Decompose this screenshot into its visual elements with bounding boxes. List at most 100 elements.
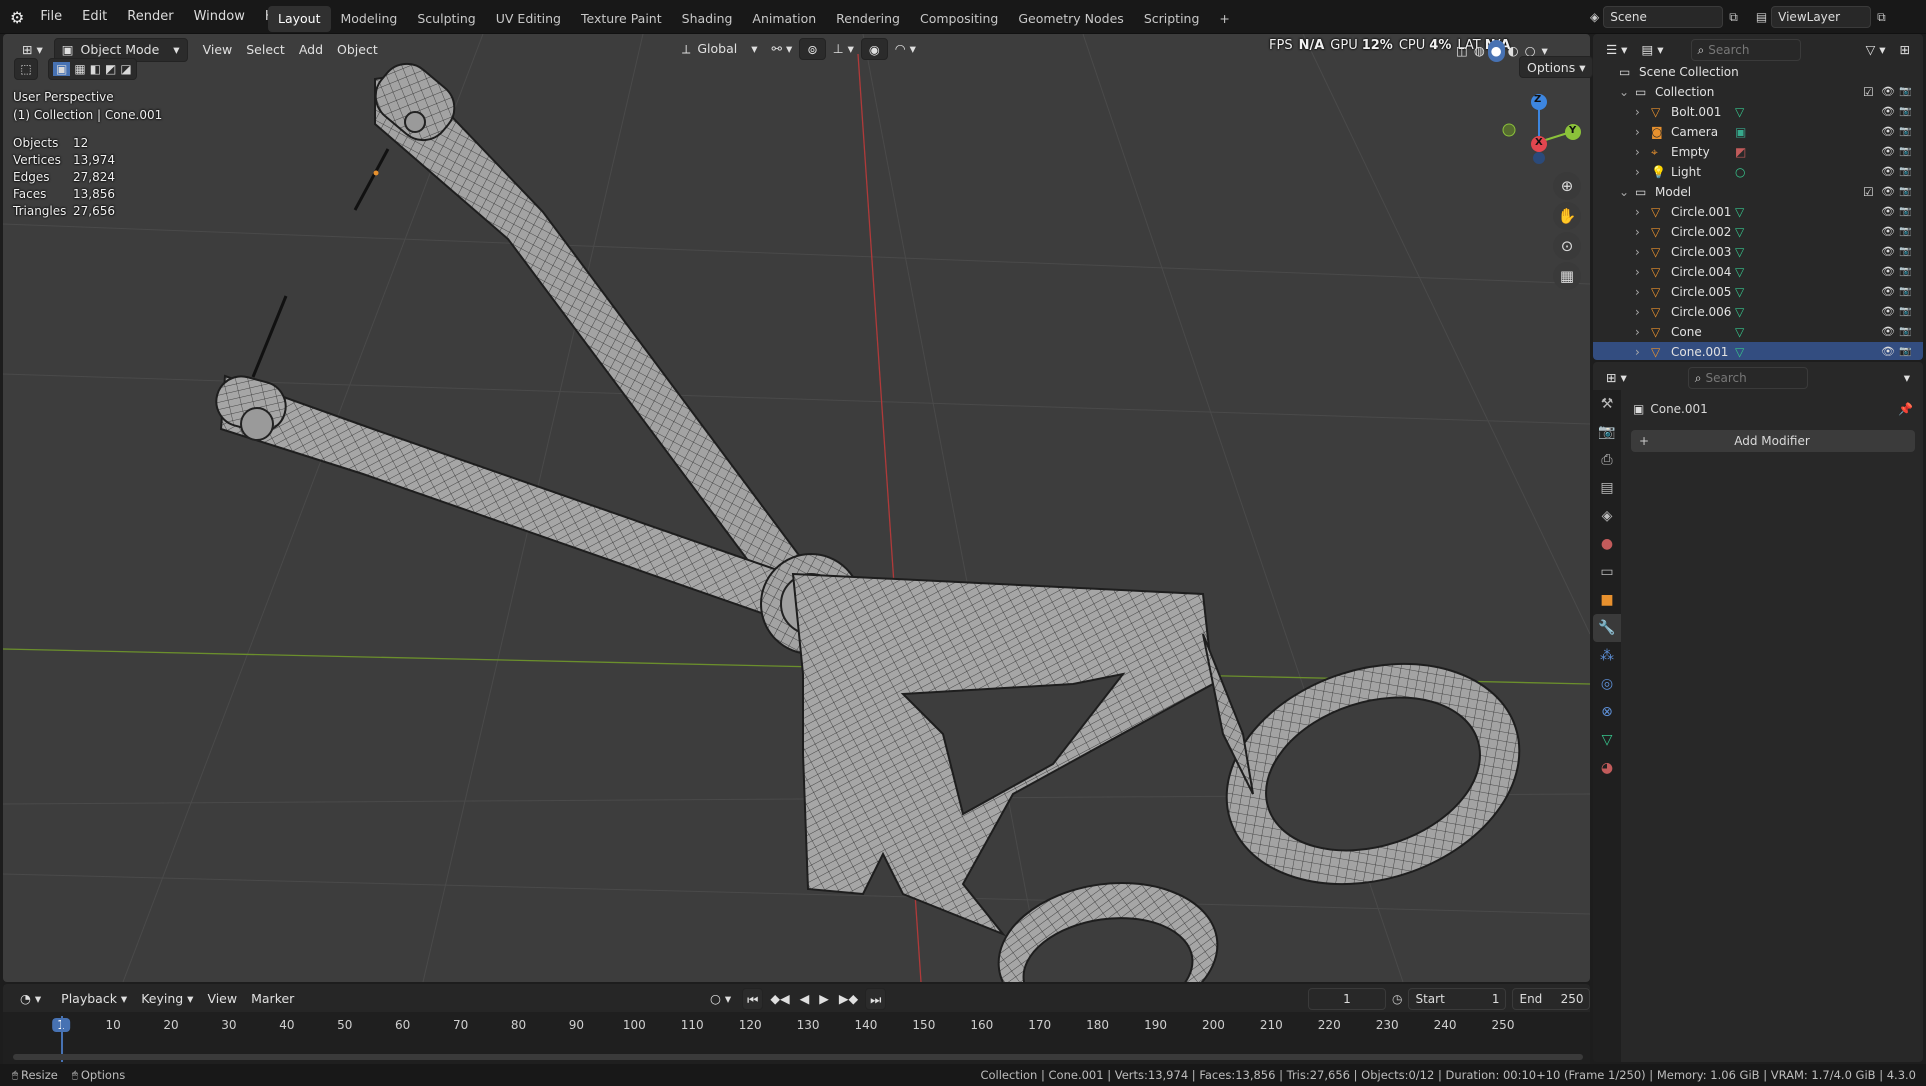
visibility-eye-icon[interactable]: 👁	[1881, 282, 1895, 302]
properties-search-input[interactable]: ⌕ Search	[1687, 367, 1808, 389]
mesh-data-icon[interactable]: ▽	[1735, 222, 1744, 242]
pivot-point-icon[interactable]: ⚯ ▾	[765, 38, 800, 60]
tab-shading[interactable]: Shading	[672, 6, 743, 32]
visibility-eye-icon[interactable]: 👁	[1881, 302, 1895, 322]
add-workspace-button[interactable]: +	[1209, 6, 1239, 32]
outliner-item-circle-006[interactable]: › ▽ Circle.006 ▽ 👁 📷	[1593, 302, 1923, 322]
preview-range-icon[interactable]: ◷	[1392, 992, 1402, 1006]
select-tool-icon[interactable]: ⬚	[14, 58, 38, 80]
perspective-toggle-icon[interactable]: ▦	[1553, 262, 1581, 290]
render-camera-icon[interactable]: 📷	[1899, 342, 1911, 360]
viewport-scene[interactable]	[3, 34, 1590, 982]
mesh-data-icon[interactable]: ▽	[1735, 322, 1744, 342]
outliner-item-circle-003[interactable]: › ▽ Circle.003 ▽ 👁 📷	[1593, 242, 1923, 262]
tab-texture-paint[interactable]: Texture Paint	[571, 6, 672, 32]
visibility-eye-icon[interactable]: 👁	[1881, 322, 1895, 342]
tab-geometry-nodes[interactable]: Geometry Nodes	[1008, 6, 1133, 32]
exclude-checkbox[interactable]: ☑	[1863, 82, 1874, 102]
render-camera-icon[interactable]: 📷	[1899, 222, 1911, 242]
select-invert-icon[interactable]: ◩	[105, 62, 116, 76]
render-tab-icon[interactable]: 📷	[1593, 418, 1621, 446]
add-modifier-button[interactable]: + Add Modifier	[1631, 430, 1915, 452]
outliner-item-camera[interactable]: › ◙ Camera ▣ 👁 📷	[1593, 122, 1923, 142]
play-icon[interactable]: ▶	[816, 988, 832, 1010]
play-reverse-icon[interactable]: ◀	[797, 988, 813, 1010]
visibility-eye-icon[interactable]: 👁	[1881, 122, 1895, 142]
chevron-right-icon[interactable]: ›	[1635, 122, 1640, 142]
timeline-scrollbar[interactable]	[13, 1054, 1583, 1060]
visibility-eye-icon[interactable]: 👁	[1881, 162, 1895, 182]
outliner-item-cone-001[interactable]: › ▽ Cone.001 ▽ 👁 📷	[1593, 342, 1923, 360]
chevron-down-icon[interactable]: ▾	[1897, 367, 1917, 389]
menu-render[interactable]: Render	[117, 0, 183, 34]
visibility-eye-icon[interactable]: 👁	[1881, 262, 1895, 282]
next-keyframe-icon[interactable]: ▶◆	[836, 988, 861, 1010]
3d-viewport[interactable]	[3, 34, 1590, 982]
outliner-item-circle-005[interactable]: › ▽ Circle.005 ▽ 👁 📷	[1593, 282, 1923, 302]
menu-object[interactable]: Object	[330, 39, 385, 61]
outliner-item-circle-004[interactable]: › ▽ Circle.004 ▽ 👁 📷	[1593, 262, 1923, 282]
jump-start-icon[interactable]: ⏮	[742, 988, 764, 1010]
outliner-item-cone[interactable]: › ▽ Cone ▽ 👁 📷	[1593, 322, 1923, 342]
mesh-data-icon[interactable]: ○	[1735, 162, 1745, 182]
zoom-icon[interactable]: ⊕	[1553, 172, 1581, 200]
visibility-eye-icon[interactable]: 👁	[1881, 242, 1895, 262]
outliner-item-circle-001[interactable]: › ▽ Circle.001 ▽ 👁 📷	[1593, 202, 1923, 222]
end-frame-field[interactable]: End 250	[1512, 988, 1591, 1010]
tab-rendering[interactable]: Rendering	[826, 6, 910, 32]
outliner-item-bolt-001[interactable]: › ▽ Bolt.001 ▽ 👁 📷	[1593, 102, 1923, 122]
new-view-layer-icon[interactable]: ⧉	[1877, 10, 1886, 25]
material-tab-icon[interactable]: ◕	[1593, 754, 1621, 782]
mesh-data-icon[interactable]: ▽	[1735, 282, 1744, 302]
tab-uv-editing[interactable]: UV Editing	[486, 6, 571, 32]
select-extend-icon[interactable]: ▦	[74, 62, 85, 76]
output-tab-icon[interactable]: ⎙	[1593, 446, 1621, 474]
exclude-checkbox[interactable]: ☑	[1863, 182, 1874, 202]
solid-shading-icon[interactable]: ●	[1487, 40, 1505, 62]
filter-icon[interactable]: ▽ ▾	[1859, 39, 1893, 61]
wireframe-shading-icon[interactable]: ◍	[1471, 40, 1488, 62]
select-intersect-icon[interactable]: ◪	[120, 62, 131, 76]
mesh-data-icon[interactable]: ▽	[1735, 242, 1744, 262]
tab-sculpting[interactable]: Sculpting	[407, 6, 485, 32]
chevron-down-icon[interactable]: ⌄	[1619, 182, 1629, 202]
scene-selector[interactable]: Scene	[1603, 6, 1724, 28]
editor-type-icon[interactable]: ☰ ▾	[1599, 39, 1634, 61]
prev-keyframe-icon[interactable]: ◆◀	[767, 988, 792, 1010]
render-camera-icon[interactable]: 📷	[1899, 202, 1911, 222]
chevron-right-icon[interactable]: ›	[1635, 302, 1640, 322]
physics-tab-icon[interactable]: ◎	[1593, 670, 1621, 698]
render-camera-icon[interactable]: 📷	[1899, 262, 1911, 282]
world-tab-icon[interactable]: ●	[1593, 530, 1621, 558]
render-camera-icon[interactable]: 📷	[1899, 182, 1911, 202]
orientation-selector[interactable]: ⟂ Global ▾	[675, 38, 765, 60]
menu-playback[interactable]: Playback ▾	[54, 988, 134, 1010]
menu-marker[interactable]: Marker	[244, 988, 301, 1010]
auto-keying-icon[interactable]: ○ ▾	[703, 988, 738, 1010]
current-frame-field[interactable]: 1	[1308, 988, 1386, 1010]
visibility-eye-icon[interactable]: 👁	[1881, 142, 1895, 162]
editor-type-icon[interactable]: ◔ ▾	[13, 988, 48, 1010]
data-tab-icon[interactable]: ▽	[1593, 726, 1621, 754]
mesh-data-icon[interactable]: ▣	[1735, 122, 1746, 142]
scene-tab-icon[interactable]: ◈	[1593, 502, 1621, 530]
pin-icon[interactable]: 📌	[1898, 402, 1913, 416]
render-camera-icon[interactable]: 📷	[1899, 142, 1911, 162]
visibility-eye-icon[interactable]: 👁	[1881, 202, 1895, 222]
chevron-right-icon[interactable]: ›	[1635, 102, 1640, 122]
display-mode-icon[interactable]: ▤ ▾	[1634, 39, 1670, 61]
view-layer-tab-icon[interactable]: ▤	[1593, 474, 1621, 502]
scene-icon[interactable]: ◈	[1590, 10, 1599, 24]
tab-animation[interactable]: Animation	[742, 6, 826, 32]
pan-hand-icon[interactable]: ✋	[1553, 202, 1581, 230]
particles-tab-icon[interactable]: ⁂	[1593, 642, 1621, 670]
mesh-data-icon[interactable]: ▽	[1735, 302, 1744, 322]
mesh-data-icon[interactable]: ▽	[1735, 262, 1744, 282]
collection-row-collection[interactable]: ⌄ ▭ Collection ☑ 👁 📷	[1593, 82, 1923, 102]
camera-view-icon[interactable]: ⊙	[1553, 232, 1581, 260]
navigation-gizmo[interactable]: Z Y X	[1495, 92, 1585, 168]
mesh-data-icon[interactable]: ▽	[1735, 102, 1744, 122]
new-scene-icon[interactable]: ⧉	[1729, 10, 1738, 25]
chevron-right-icon[interactable]: ›	[1635, 282, 1640, 302]
menu-keying[interactable]: Keying ▾	[134, 988, 200, 1010]
